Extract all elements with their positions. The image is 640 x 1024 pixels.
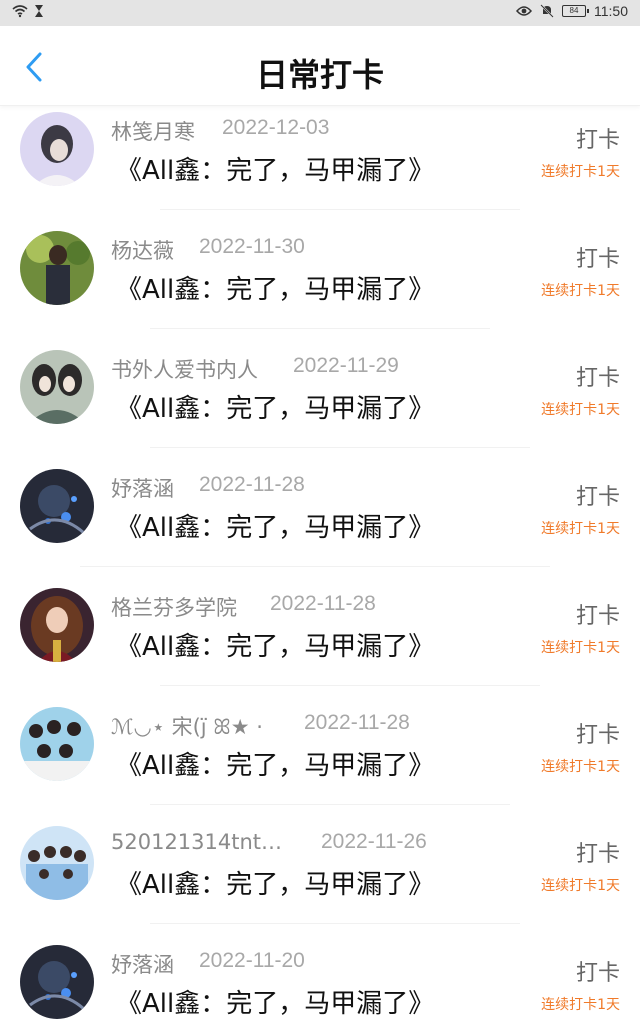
- divider: [150, 804, 510, 805]
- list-item[interactable]: 林笺月寒 2022-12-03 《All鑫：完了，马甲漏了》 打卡 连续打卡1天: [0, 106, 640, 225]
- streak-label: 连续打卡1天: [541, 640, 620, 656]
- checkin-date: 2022-11-29: [293, 354, 399, 377]
- checkin-date: 2022-11-26: [321, 830, 427, 853]
- book-title[interactable]: 《All鑫：完了，马甲漏了》: [116, 864, 434, 901]
- streak-label: 连续打卡1天: [541, 759, 620, 775]
- book-title[interactable]: 《All鑫：完了，马甲漏了》: [116, 269, 434, 306]
- divider: [150, 923, 520, 924]
- streak-label: 连续打卡1天: [541, 164, 620, 180]
- hourglass-icon: [35, 5, 43, 17]
- checkin-label: 打卡: [575, 961, 620, 986]
- wifi-icon: [12, 5, 28, 18]
- divider: [150, 447, 530, 448]
- avatar[interactable]: [20, 231, 94, 305]
- streak-label: 连续打卡1天: [541, 402, 620, 418]
- book-title[interactable]: 《All鑫：完了，马甲漏了》: [116, 626, 434, 663]
- book-title[interactable]: 《All鑫：完了，马甲漏了》: [116, 388, 434, 425]
- divider: [160, 209, 520, 210]
- checkin-label: 打卡: [575, 247, 620, 272]
- checkin-date: 2022-12-03: [222, 116, 330, 139]
- avatar[interactable]: [20, 588, 94, 662]
- avatar[interactable]: [20, 112, 94, 186]
- book-title[interactable]: 《All鑫：完了，马甲漏了》: [116, 745, 434, 782]
- avatar[interactable]: [20, 945, 94, 1019]
- streak-label: 连续打卡1天: [541, 997, 620, 1013]
- page-title: 日常打卡: [255, 56, 384, 94]
- battery-icon: 84: [562, 5, 589, 17]
- checkin-date: 2022-11-28: [199, 473, 305, 496]
- checkin-date: 2022-11-28: [304, 711, 410, 734]
- list-item[interactable]: 妤落涵 2022-11-28 《All鑫：完了，马甲漏了》 打卡 连续打卡1天: [0, 463, 640, 582]
- book-title[interactable]: 《All鑫：完了，马甲漏了》: [116, 507, 434, 544]
- user-name[interactable]: 杨达薇: [111, 235, 174, 265]
- checkin-label: 打卡: [575, 485, 620, 510]
- checkin-label: 打卡: [575, 366, 620, 391]
- checkin-date: 2022-11-30: [199, 235, 305, 258]
- checkin-label: 打卡: [575, 128, 620, 153]
- checkin-label: 打卡: [575, 604, 620, 629]
- user-name[interactable]: ℳ◡⋆ 宋(j̈ ꕤ★ ·: [111, 711, 263, 741]
- book-title[interactable]: 《All鑫：完了，马甲漏了》: [116, 983, 434, 1020]
- checkin-date: 2022-11-28: [270, 592, 376, 615]
- book-title[interactable]: 《All鑫：完了，马甲漏了》: [116, 150, 434, 187]
- list-item[interactable]: 妤落涵 2022-11-20 《All鑫：完了，马甲漏了》 打卡 连续打卡1天: [0, 939, 640, 1024]
- status-time: 11:50: [594, 3, 628, 19]
- divider: [80, 566, 550, 567]
- avatar[interactable]: [20, 707, 94, 781]
- checkin-label: 打卡: [575, 723, 620, 748]
- avatar[interactable]: [20, 826, 94, 900]
- list-item[interactable]: 520121314tnt… 2022-11-26 《All鑫：完了，马甲漏了》 …: [0, 820, 640, 939]
- avatar[interactable]: [20, 469, 94, 543]
- streak-label: 连续打卡1天: [541, 283, 620, 299]
- header: 日常打卡: [0, 26, 640, 106]
- user-name[interactable]: 520121314tnt…: [111, 830, 282, 854]
- streak-label: 连续打卡1天: [541, 878, 620, 894]
- status-bar: 84 11:50: [0, 0, 640, 26]
- user-name[interactable]: 妤落涵: [111, 473, 174, 503]
- list-item[interactable]: 杨达薇 2022-11-30 《All鑫：完了，马甲漏了》 打卡 连续打卡1天: [0, 225, 640, 344]
- checkin-label: 打卡: [575, 842, 620, 867]
- user-name[interactable]: 妤落涵: [111, 949, 174, 979]
- user-name[interactable]: 格兰芬多学院: [111, 592, 237, 622]
- eye-icon: [516, 6, 532, 16]
- streak-label: 连续打卡1天: [541, 521, 620, 537]
- list-item[interactable]: 书外人爱书内人 2022-11-29 《All鑫：完了，马甲漏了》 打卡 连续打…: [0, 344, 640, 463]
- user-name[interactable]: 书外人爱书内人: [111, 354, 258, 384]
- user-name[interactable]: 林笺月寒: [111, 116, 195, 146]
- battery-level: 84: [569, 6, 579, 15]
- checkin-date: 2022-11-20: [199, 949, 305, 972]
- avatar[interactable]: [20, 350, 94, 424]
- divider: [150, 328, 490, 329]
- list-item[interactable]: 格兰芬多学院 2022-11-28 《All鑫：完了，马甲漏了》 打卡 连续打卡…: [0, 582, 640, 701]
- list-item[interactable]: ℳ◡⋆ 宋(j̈ ꕤ★ · 2022-11-28 《All鑫：完了，马甲漏了》 …: [0, 701, 640, 820]
- divider: [160, 685, 540, 686]
- mute-bell-icon: [540, 4, 554, 18]
